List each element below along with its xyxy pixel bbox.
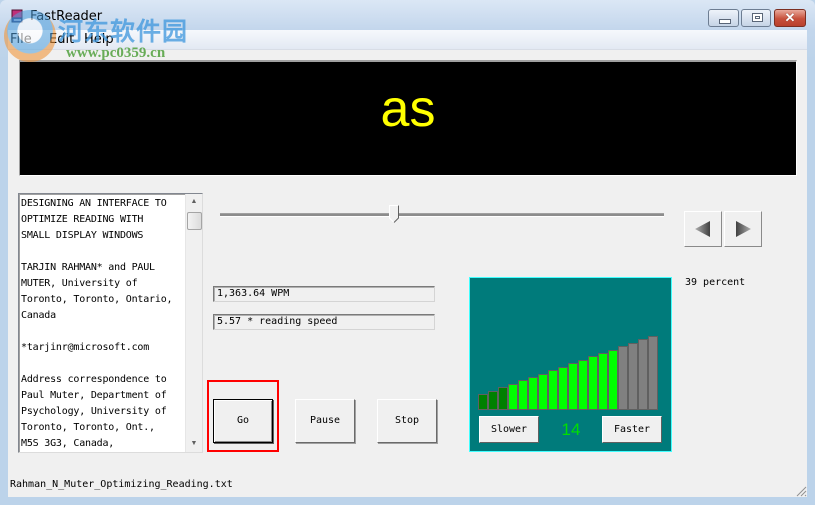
speed-bar	[618, 346, 628, 410]
minimize-icon	[719, 19, 731, 24]
previous-button[interactable]	[684, 211, 722, 247]
speed-bar	[478, 394, 488, 410]
current-word: as	[380, 80, 436, 138]
app-book-icon	[11, 9, 23, 23]
stop-button[interactable]: Stop	[377, 399, 437, 443]
go-button[interactable]: Go	[213, 399, 273, 443]
watermark-url: www.pc0359.cn	[66, 45, 166, 61]
scroll-up-arrow-icon[interactable]: ▲	[186, 194, 202, 210]
right-triangle-icon	[736, 221, 751, 237]
resize-grip-icon[interactable]	[795, 485, 807, 497]
document-text: DESIGNING AN INTERFACE TO OPTIMIZE READI…	[21, 198, 173, 449]
speed-level: 14	[561, 420, 581, 439]
slider-thumb[interactable]	[389, 205, 399, 223]
document-scrollbar[interactable]: ▲ ▼	[185, 194, 202, 452]
faster-button[interactable]: Faster	[602, 416, 662, 443]
speed-bar	[638, 339, 648, 410]
speed-bar	[528, 377, 538, 410]
speed-bar	[488, 391, 498, 410]
speed-bar	[498, 387, 508, 410]
speed-bar	[568, 363, 578, 410]
speed-bar	[608, 350, 618, 410]
speed-bar	[578, 360, 588, 410]
watermark-site-name: 河东软件园	[58, 17, 189, 46]
pause-button[interactable]: Pause	[295, 399, 355, 443]
speed-bar	[548, 370, 558, 410]
speed-bar	[558, 367, 568, 410]
speed-panel: Slower 14 Faster	[469, 277, 672, 452]
word-display: as	[19, 60, 797, 176]
close-icon: ✕	[784, 10, 796, 25]
wpm-readout: 1,363.64 WPM	[213, 286, 435, 302]
client-area: File Edit Help as DESIGNING AN INTERFACE…	[8, 30, 807, 497]
maximize-icon	[752, 13, 763, 22]
scroll-thumb[interactable]	[187, 212, 202, 230]
slower-button[interactable]: Slower	[479, 416, 539, 443]
speed-bar	[538, 374, 548, 410]
close-button[interactable]: ✕	[774, 9, 806, 27]
speed-multiplier-readout: 5.57 * reading speed	[213, 314, 435, 330]
speed-bar	[588, 356, 598, 410]
speed-bars	[478, 328, 664, 410]
status-filename: Rahman_N_Muter_Optimizing_Reading.txt	[10, 479, 233, 490]
document-textbox[interactable]: DESIGNING AN INTERFACE TO OPTIMIZE READI…	[18, 193, 203, 453]
slider-track[interactable]	[220, 213, 664, 217]
maximize-button[interactable]	[741, 9, 771, 27]
left-triangle-icon	[695, 221, 710, 237]
speed-bar	[508, 384, 518, 410]
next-button[interactable]	[724, 211, 762, 247]
speed-bar	[648, 336, 658, 410]
minimize-button[interactable]	[708, 9, 739, 27]
percent-label: 39 percent	[685, 277, 746, 288]
menu-file[interactable]: File	[10, 32, 32, 47]
fastreader-window: FastReader ✕ File Edit Help as DESIGNING…	[0, 0, 815, 505]
speed-bar	[518, 380, 528, 410]
speed-bar	[628, 343, 638, 410]
speed-bar	[598, 353, 608, 410]
position-slider[interactable]	[220, 205, 664, 235]
scroll-down-arrow-icon[interactable]: ▼	[186, 436, 202, 452]
